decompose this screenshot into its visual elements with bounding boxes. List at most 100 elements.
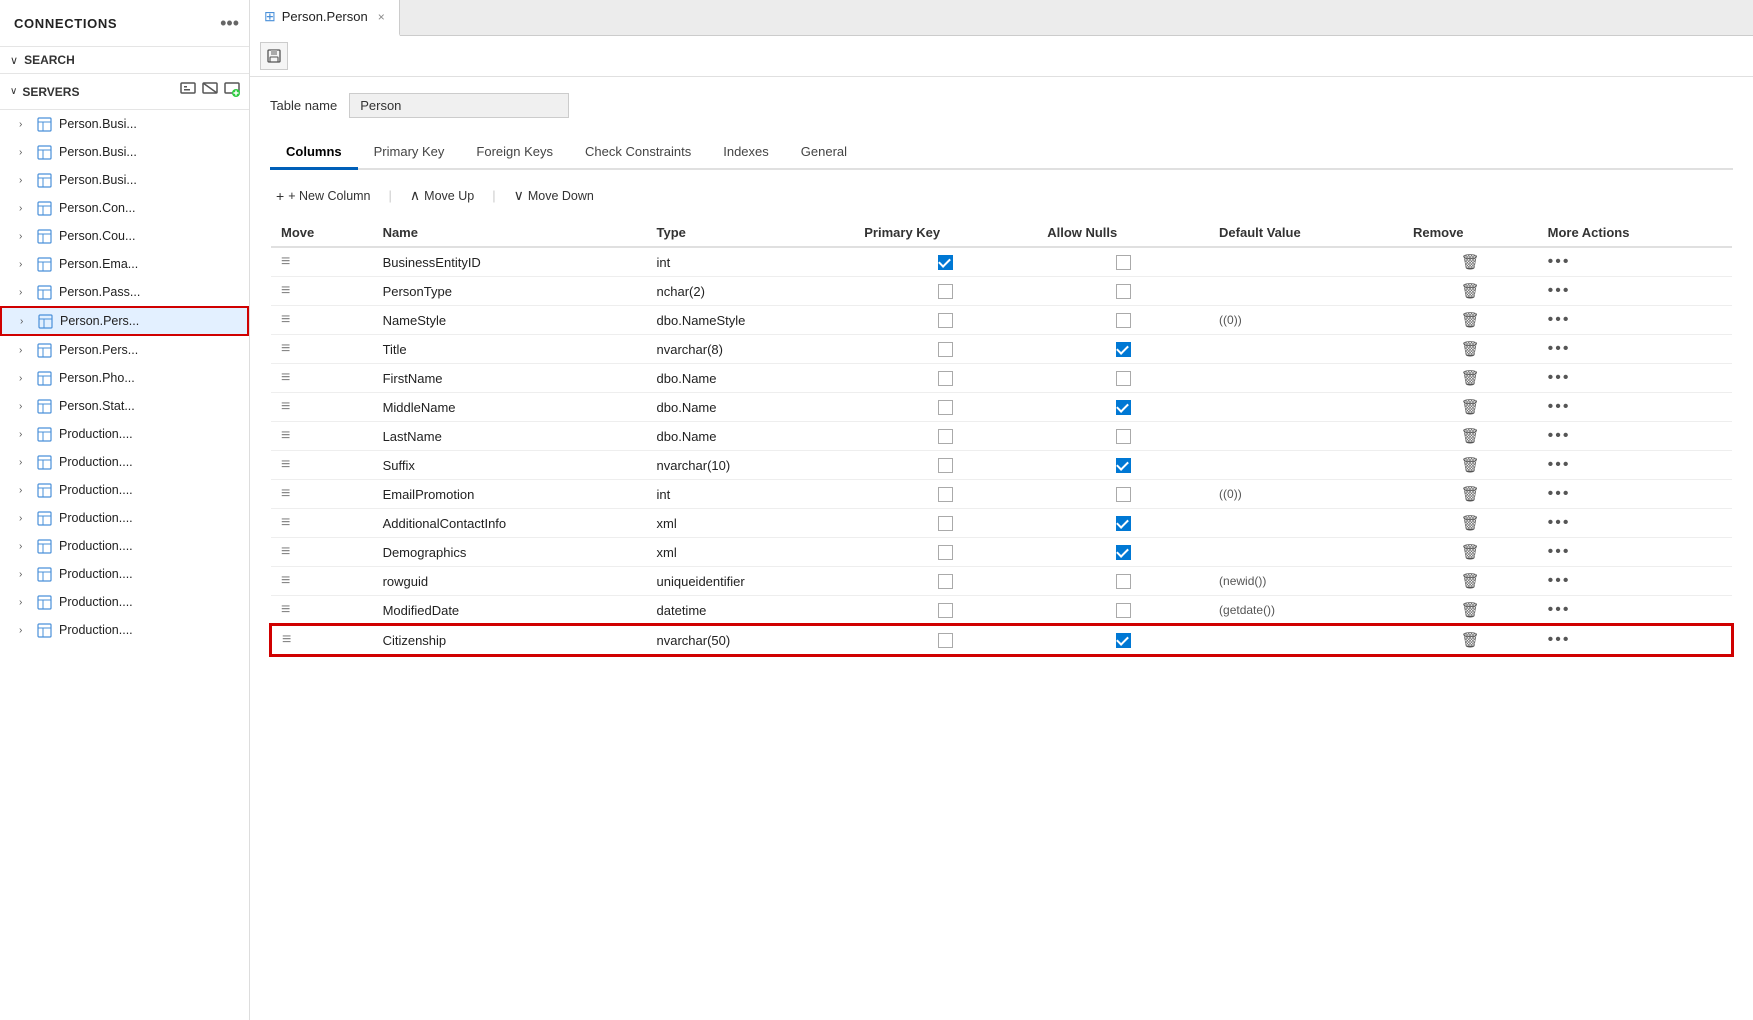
sidebar-item-6[interactable]: › Person.Pass... [0, 278, 249, 306]
more-actions-icon[interactable]: ••• [1548, 601, 1571, 618]
remove-icon[interactable]: 🗑 [1461, 428, 1480, 445]
primary-key-cell[interactable] [854, 625, 1037, 655]
allow-nulls-checkbox[interactable] [1116, 371, 1131, 386]
move-handle-cell[interactable]: ≡ [271, 247, 373, 277]
remove-icon[interactable]: 🗑 [1461, 370, 1480, 387]
allow-nulls-cell[interactable] [1037, 567, 1209, 596]
more-actions-icon[interactable]: ••• [1548, 282, 1571, 299]
primary-key-cell[interactable] [854, 538, 1037, 567]
move-handle-cell[interactable]: ≡ [271, 480, 373, 509]
remove-cell[interactable]: 🗑 [1403, 393, 1538, 422]
move-handle-icon[interactable]: ≡ [281, 485, 290, 502]
more-actions-cell[interactable]: ••• [1538, 422, 1732, 451]
primary-key-checkbox[interactable] [938, 574, 953, 589]
save-button[interactable] [260, 42, 288, 70]
remove-icon[interactable]: 🗑 [1461, 573, 1480, 590]
sidebar-item-16[interactable]: › Production.... [0, 560, 249, 588]
sidebar-item-1[interactable]: › Person.Busi... [0, 138, 249, 166]
remove-icon[interactable]: 🗑 [1461, 486, 1480, 503]
remove-icon[interactable]: 🗑 [1461, 283, 1480, 300]
move-handle-cell[interactable]: ≡ [271, 538, 373, 567]
sidebar-item-13[interactable]: › Production.... [0, 476, 249, 504]
primary-key-checkbox[interactable] [938, 545, 953, 560]
move-handle-cell[interactable]: ≡ [271, 596, 373, 626]
primary-key-checkbox[interactable] [938, 458, 953, 473]
editor-tab-general[interactable]: General [785, 136, 863, 170]
move-handle-icon[interactable]: ≡ [282, 631, 291, 648]
allow-nulls-checkbox[interactable] [1116, 429, 1131, 444]
primary-key-checkbox[interactable] [938, 633, 953, 648]
move-handle-cell[interactable]: ≡ [271, 567, 373, 596]
server-icon-1[interactable] [179, 80, 197, 103]
primary-key-cell[interactable] [854, 247, 1037, 277]
primary-key-cell[interactable] [854, 451, 1037, 480]
allow-nulls-cell[interactable] [1037, 247, 1209, 277]
move-handle-icon[interactable]: ≡ [281, 456, 290, 473]
remove-cell[interactable]: 🗑 [1403, 277, 1538, 306]
allow-nulls-checkbox[interactable] [1116, 633, 1131, 648]
more-actions-cell[interactable]: ••• [1538, 567, 1732, 596]
remove-icon[interactable]: 🗑 [1461, 399, 1480, 416]
move-handle-cell[interactable]: ≡ [271, 306, 373, 335]
remove-icon[interactable]: 🗑 [1461, 457, 1480, 474]
allow-nulls-checkbox[interactable] [1116, 400, 1131, 415]
move-handle-icon[interactable]: ≡ [281, 253, 290, 270]
allow-nulls-checkbox[interactable] [1116, 313, 1131, 328]
move-handle-icon[interactable]: ≡ [281, 514, 290, 531]
move-handle-icon[interactable]: ≡ [281, 572, 290, 589]
sidebar-item-14[interactable]: › Production.... [0, 504, 249, 532]
move-handle-icon[interactable]: ≡ [281, 543, 290, 560]
move-handle-cell[interactable]: ≡ [271, 422, 373, 451]
move-handle-icon[interactable]: ≡ [281, 427, 290, 444]
more-actions-cell[interactable]: ••• [1538, 364, 1732, 393]
sidebar-item-17[interactable]: › Production.... [0, 588, 249, 616]
more-actions-cell[interactable]: ••• [1538, 277, 1732, 306]
sidebar-item-3[interactable]: › Person.Con... [0, 194, 249, 222]
more-actions-cell[interactable]: ••• [1538, 538, 1732, 567]
remove-cell[interactable]: 🗑 [1403, 596, 1538, 626]
remove-cell[interactable]: 🗑 [1403, 538, 1538, 567]
move-handle-icon[interactable]: ≡ [281, 601, 290, 618]
move-handle-icon[interactable]: ≡ [281, 311, 290, 328]
primary-key-checkbox[interactable] [938, 603, 953, 618]
move-handle-icon[interactable]: ≡ [281, 340, 290, 357]
primary-key-checkbox[interactable] [938, 255, 953, 270]
primary-key-cell[interactable] [854, 364, 1037, 393]
move-up-button[interactable]: ∧ Move Up [404, 184, 480, 207]
primary-key-checkbox[interactable] [938, 400, 953, 415]
sidebar-item-7[interactable]: › Person.Pers... [0, 306, 249, 336]
allow-nulls-cell[interactable] [1037, 480, 1209, 509]
more-actions-icon[interactable]: ••• [1548, 543, 1571, 560]
more-actions-cell[interactable]: ••• [1538, 247, 1732, 277]
allow-nulls-checkbox[interactable] [1116, 255, 1131, 270]
move-handle-cell[interactable]: ≡ [271, 277, 373, 306]
more-actions-cell[interactable]: ••• [1538, 393, 1732, 422]
more-actions-icon[interactable]: ••• [1548, 572, 1571, 589]
move-handle-cell[interactable]: ≡ [271, 451, 373, 480]
editor-tab-check-constraints[interactable]: Check Constraints [569, 136, 707, 170]
remove-cell[interactable]: 🗑 [1403, 451, 1538, 480]
primary-key-checkbox[interactable] [938, 342, 953, 357]
move-handle-icon[interactable]: ≡ [281, 369, 290, 386]
primary-key-cell[interactable] [854, 509, 1037, 538]
sidebar-item-4[interactable]: › Person.Cou... [0, 222, 249, 250]
remove-icon[interactable]: 🗑 [1461, 544, 1480, 561]
primary-key-checkbox[interactable] [938, 516, 953, 531]
primary-key-checkbox[interactable] [938, 313, 953, 328]
more-actions-cell[interactable]: ••• [1538, 480, 1732, 509]
allow-nulls-cell[interactable] [1037, 451, 1209, 480]
allow-nulls-cell[interactable] [1037, 393, 1209, 422]
allow-nulls-checkbox[interactable] [1116, 487, 1131, 502]
more-actions-icon[interactable]: ••• [1548, 485, 1571, 502]
primary-key-cell[interactable] [854, 306, 1037, 335]
remove-icon[interactable]: 🗑 [1461, 632, 1480, 649]
primary-key-cell[interactable] [854, 567, 1037, 596]
server-icon-3[interactable] [223, 80, 241, 103]
primary-key-checkbox[interactable] [938, 487, 953, 502]
move-handle-cell[interactable]: ≡ [271, 364, 373, 393]
tab-close-button[interactable]: × [378, 10, 385, 24]
remove-icon[interactable]: 🗑 [1461, 515, 1480, 532]
sidebar-more-button[interactable]: ••• [220, 14, 239, 32]
remove-cell[interactable]: 🗑 [1403, 335, 1538, 364]
editor-tab-indexes[interactable]: Indexes [707, 136, 785, 170]
